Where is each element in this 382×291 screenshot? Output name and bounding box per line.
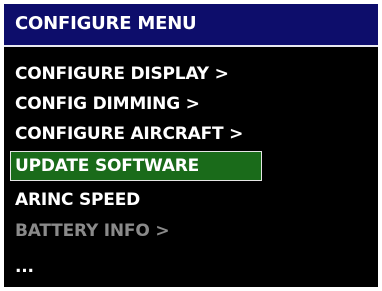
menu-item-arinc-speed[interactable]: ARINC SPEED	[10, 185, 262, 215]
menu-item-update-software[interactable]: UPDATE SOFTWARE	[10, 151, 262, 181]
menu-title: CONFIGURE MENU	[15, 13, 197, 34]
menu-item-configure-display[interactable]: CONFIGURE DISPLAY >	[10, 59, 262, 89]
menu-item-battery-info: BATTERY INFO >	[15, 221, 170, 241]
menu-item-configure-aircraft[interactable]: CONFIGURE AIRCRAFT >	[10, 119, 262, 149]
menu-item-more[interactable]: ...	[10, 252, 262, 282]
title-bar: CONFIGURE MENU	[4, 4, 378, 47]
menu-screen: CONFIGURE MENU CONFIGURE DISPLAY > CONFI…	[4, 4, 378, 287]
menu-item-config-dimming[interactable]: CONFIG DIMMING >	[10, 89, 262, 119]
